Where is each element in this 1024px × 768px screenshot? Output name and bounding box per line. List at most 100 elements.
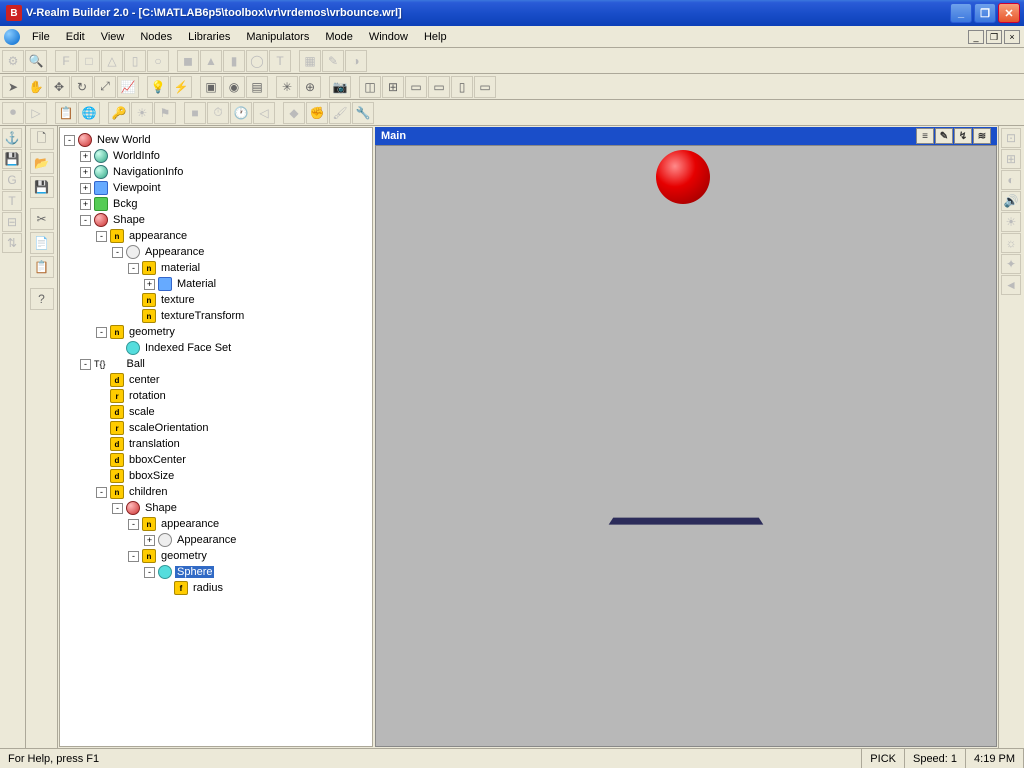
new-file-icon[interactable]: 🗋 <box>30 128 54 150</box>
tree-node[interactable]: -nappearance <box>62 228 370 244</box>
tree-node[interactable]: -ngeometry <box>62 324 370 340</box>
rvtool-6-icon[interactable]: ☼ <box>1001 233 1021 253</box>
save-file-icon[interactable]: 💾 <box>30 176 54 198</box>
scene-tree[interactable]: -New World+WorldInfo+NavigationInfo+View… <box>59 127 373 747</box>
tool-grab-icon[interactable]: ✊ <box>306 102 328 124</box>
tool-split3-icon[interactable]: ▭ <box>405 76 427 98</box>
tool-rotate-icon[interactable]: ↻ <box>71 76 93 98</box>
tool-prev-icon[interactable]: ◁ <box>253 102 275 124</box>
node-label[interactable]: appearance <box>159 518 221 530</box>
node-label[interactable]: radius <box>191 582 225 594</box>
vtool-lod-icon[interactable]: ⊟ <box>2 212 22 232</box>
tool-world-icon[interactable]: 🌐 <box>78 102 100 124</box>
mdi-close-button[interactable]: × <box>1004 30 1020 44</box>
expand-icon[interactable]: + <box>80 183 91 194</box>
tool-wrench-icon[interactable]: 🔧 <box>352 102 374 124</box>
tree-node[interactable]: -Shape <box>62 212 370 228</box>
tree-node[interactable]: -nappearance <box>62 516 370 532</box>
tool-split1-icon[interactable]: ◫ <box>359 76 381 98</box>
expand-icon[interactable]: + <box>144 535 155 546</box>
tool-globe-icon[interactable]: ⊕ <box>299 76 321 98</box>
tool-view2-icon[interactable]: ◉ <box>223 76 245 98</box>
node-label[interactable]: Appearance <box>143 246 206 258</box>
node-label[interactable]: bboxSize <box>127 470 176 482</box>
node-label[interactable]: children <box>127 486 170 498</box>
cut-icon[interactable]: ✂ <box>30 208 54 230</box>
copy-icon[interactable]: 📄 <box>30 232 54 254</box>
tool-bolt-icon[interactable]: ⚡ <box>170 76 192 98</box>
tool-shape3-icon[interactable]: ▮ <box>223 50 245 72</box>
node-label[interactable]: Viewpoint <box>111 182 163 194</box>
collapse-icon[interactable]: - <box>96 231 107 242</box>
tree-node[interactable]: -ngeometry <box>62 548 370 564</box>
tree-node[interactable]: dcenter <box>62 372 370 388</box>
tool-pick-icon[interactable]: ➤ <box>2 76 24 98</box>
close-button[interactable]: ✕ <box>998 3 1020 23</box>
tool-split5-icon[interactable]: ▯ <box>451 76 473 98</box>
tree-node[interactable]: -nchildren <box>62 484 370 500</box>
tool-shape2-icon[interactable]: ▲ <box>200 50 222 72</box>
tree-node[interactable]: fradius <box>62 580 370 596</box>
vtool-save-icon[interactable]: 💾 <box>2 149 22 169</box>
tool-box-icon[interactable]: □ <box>78 50 100 72</box>
collapse-icon[interactable]: - <box>80 215 91 226</box>
menu-window[interactable]: Window <box>361 29 416 45</box>
tool-shape1-icon[interactable]: ◼ <box>177 50 199 72</box>
collapse-icon[interactable]: - <box>80 359 91 370</box>
tool-view3-icon[interactable]: ▤ <box>246 76 268 98</box>
vtool-switch-icon[interactable]: ⇅ <box>2 233 22 253</box>
menu-libraries[interactable]: Libraries <box>180 29 238 45</box>
expand-icon[interactable]: + <box>80 167 91 178</box>
tool-axis-icon[interactable]: ✳ <box>276 76 298 98</box>
minimize-button[interactable]: _ <box>950 3 972 23</box>
node-label[interactable]: geometry <box>159 550 209 562</box>
tool-diamond-icon[interactable]: ◆ <box>283 102 305 124</box>
expand-icon[interactable]: + <box>80 151 91 162</box>
tool-misc2-icon[interactable]: ✎ <box>322 50 344 72</box>
tool-clock-icon[interactable]: 🕐 <box>230 102 252 124</box>
node-label[interactable]: Appearance <box>175 534 238 546</box>
rvtool-4-icon[interactable]: 🔊 <box>1001 191 1021 211</box>
menu-view[interactable]: View <box>93 29 133 45</box>
tree-node[interactable]: ntextureTransform <box>62 308 370 324</box>
vp-btn3-icon[interactable]: ↯ <box>954 128 972 144</box>
collapse-icon[interactable]: - <box>128 519 139 530</box>
tool-key-icon[interactable]: 🔑 <box>108 102 130 124</box>
help-icon[interactable]: ? <box>30 288 54 310</box>
tool-split6-icon[interactable]: ▭ <box>474 76 496 98</box>
tool-light-icon[interactable]: 💡 <box>147 76 169 98</box>
tool-sun-icon[interactable]: ☀ <box>131 102 153 124</box>
node-label[interactable]: geometry <box>127 326 177 338</box>
tool-view1-icon[interactable]: ▣ <box>200 76 222 98</box>
node-label[interactable]: translation <box>127 438 182 450</box>
menu-manipulators[interactable]: Manipulators <box>238 29 317 45</box>
node-label[interactable]: rotation <box>127 390 168 402</box>
node-label[interactable]: Bckg <box>111 198 139 210</box>
vtool-g-icon[interactable]: G <box>2 170 22 190</box>
node-label[interactable]: bboxCenter <box>127 454 188 466</box>
rvtool-2-icon[interactable]: ⊞ <box>1001 149 1021 169</box>
tool-camera-icon[interactable]: 📷 <box>329 76 351 98</box>
tool-misc1-icon[interactable]: ▦ <box>299 50 321 72</box>
node-label[interactable]: Ball <box>125 358 147 370</box>
collapse-icon[interactable]: - <box>128 551 139 562</box>
collapse-icon[interactable]: - <box>64 135 75 146</box>
tool-misc3-icon[interactable]: ◑ <box>345 50 367 72</box>
tree-node[interactable]: dbboxSize <box>62 468 370 484</box>
tool-timer-icon[interactable]: ⏱ <box>207 102 229 124</box>
tool-font-icon[interactable]: F <box>55 50 77 72</box>
collapse-icon[interactable]: - <box>128 263 139 274</box>
node-label[interactable]: scale <box>127 406 157 418</box>
rvtool-1-icon[interactable]: ⊡ <box>1001 128 1021 148</box>
tool-scale-icon[interactable]: ⤢ <box>94 76 116 98</box>
tool-split4-icon[interactable]: ▭ <box>428 76 450 98</box>
tool-text-icon[interactable]: T <box>269 50 291 72</box>
node-label[interactable]: Shape <box>143 502 179 514</box>
tree-node[interactable]: dscale <box>62 404 370 420</box>
tree-node[interactable]: Indexed Face Set <box>62 340 370 356</box>
collapse-icon[interactable]: - <box>96 327 107 338</box>
node-label[interactable]: NavigationInfo <box>111 166 185 178</box>
collapse-icon[interactable]: - <box>144 567 155 578</box>
tool-graph-icon[interactable]: 📈 <box>117 76 139 98</box>
tool-hand-icon[interactable]: ✋ <box>25 76 47 98</box>
